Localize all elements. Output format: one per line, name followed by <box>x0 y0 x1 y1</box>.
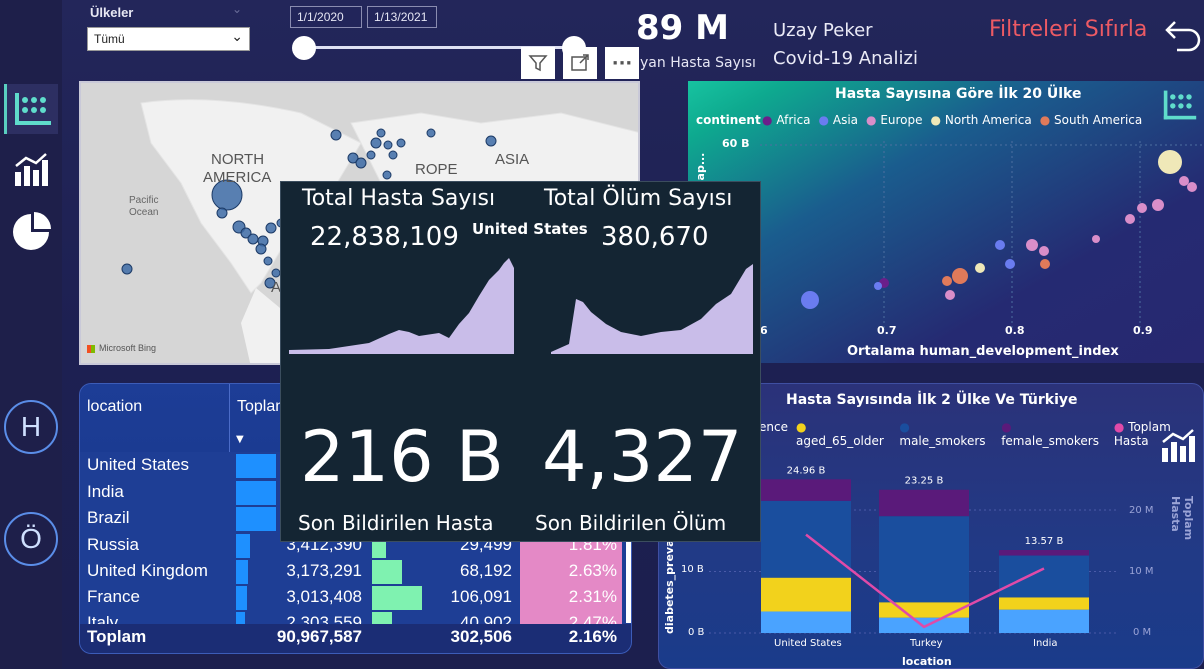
kpi-value: 89 M <box>636 8 729 48</box>
scatter-visual[interactable]: Hasta Sayısına Göre İlk 20 Ülke continen… <box>688 81 1204 363</box>
scatter-xtick-3: 0.9 <box>1133 324 1153 337</box>
tooltip-last-deaths-label: Son Bildirilen Ölüm <box>535 511 727 535</box>
bar-segment <box>999 609 1089 633</box>
map-label-asia: ASIA <box>495 151 530 168</box>
tooltip-header-deaths: Total Ölüm Sayısı <box>544 186 733 211</box>
bar-segment <box>761 500 851 578</box>
bar-data-label: 13.57 B <box>1025 536 1064 547</box>
scatter-xtick-1: 0.7 <box>877 324 897 337</box>
header-location[interactable]: location <box>87 398 142 416</box>
bar-segment <box>761 611 851 633</box>
tooltip-header-cases: Total Hasta Sayısı <box>302 186 496 211</box>
chevron-down-icon: ⌄ <box>232 2 243 16</box>
tooltip-country: United States <box>472 220 588 238</box>
scatter-legend: ● Africa ● Asia ● Europe ● North America… <box>762 113 1142 127</box>
map-label-europe: ROPE <box>415 161 458 178</box>
tooltip-last-cases-label: Son Bildirilen Hasta <box>298 511 494 535</box>
bing-logo-icon <box>87 345 95 353</box>
table-total-row: Toplam 90,967,587 302,506 2.16% <box>80 624 631 653</box>
map-credit: Microsoft Bing <box>99 343 157 353</box>
combo-xtick-0: United States <box>774 638 842 649</box>
legend-item-south-america[interactable]: ● South America <box>1040 113 1143 127</box>
combo-xlabel: location <box>902 655 952 668</box>
bar-chart-icon[interactable] <box>4 145 58 195</box>
country-dropdown[interactable]: Tümü ⌄ <box>87 27 250 51</box>
bar-segment <box>761 577 851 612</box>
bar-data-label: 23.25 B <box>905 476 944 487</box>
tooltip-last-deaths: 4,327 <box>542 416 743 498</box>
map-label-north: NORTH <box>211 151 265 168</box>
legend-item-north-america[interactable]: ● North America <box>931 113 1032 127</box>
country-dropdown-value: Tümü <box>94 32 125 46</box>
reset-filters-button[interactable]: Filtreleri Sıfırla <box>989 17 1147 42</box>
scatter-xtick-0: 6 <box>760 324 768 337</box>
tooltip-cases-value: 22,838,109 <box>310 222 459 252</box>
date-start-input[interactable]: 1/1/2020 <box>290 6 362 28</box>
bar-segment <box>879 489 969 517</box>
map-label-pacific: Pacific <box>129 195 159 206</box>
back-arrow-icon[interactable] <box>1163 16 1203 60</box>
author-name: Uzay Peker <box>773 20 873 41</box>
bar-segment <box>999 597 1089 610</box>
map-label-ocean: Ocean <box>129 207 159 218</box>
more-options-icon[interactable]: ··· <box>605 47 639 79</box>
report-subtitle: Covid-19 Analizi <box>773 48 918 69</box>
table-row[interactable]: France 3,013,408 106,091 2.31% <box>80 585 631 611</box>
tooltip-last-cases: 216 B <box>300 416 504 498</box>
combo-xtick-2: India <box>1033 638 1058 649</box>
focus-mode-icon[interactable] <box>563 47 597 79</box>
scatter-ytick: 60 B <box>722 137 750 150</box>
scatter-legend-title: continent <box>696 113 761 127</box>
legend-item-europe[interactable]: ● Europe <box>866 113 923 127</box>
table-row[interactable]: United Kingdom 3,173,291 68,192 2.63% <box>80 559 631 585</box>
tooltip-deaths-value: 380,670 <box>601 222 709 252</box>
date-end-input[interactable]: 1/13/2021 <box>367 6 437 28</box>
kpi-label: yan Hasta Sayısı <box>640 55 756 71</box>
dashboard-icon <box>1162 87 1198 127</box>
bar-segment <box>879 516 969 603</box>
date-slider-start-handle[interactable] <box>292 36 316 60</box>
o-button[interactable]: Ö <box>4 512 58 566</box>
combo-xtick-1: Turkey <box>910 638 943 649</box>
scatter-xtick-2: 0.8 <box>1005 324 1025 337</box>
scatter-title: Hasta Sayısına Göre İlk 20 Ülke <box>835 86 1082 102</box>
pie-chart-icon[interactable] <box>4 205 58 255</box>
scatter-xlabel: Ortalama human_development_index <box>847 344 1119 359</box>
legend-item-asia[interactable]: ● Asia <box>819 113 858 127</box>
country-slicer-label: Ülkeler <box>90 5 134 20</box>
bar-data-label: 24.96 B <box>787 465 826 476</box>
table-row[interactable]: Italy 2,303,559 40,902 2.47% <box>80 611 631 625</box>
chevron-down-icon: ⌄ <box>231 28 243 44</box>
sort-desc-icon[interactable]: ▼ <box>236 434 244 445</box>
bar-segment <box>879 602 969 618</box>
cases-sparkline <box>289 258 514 354</box>
deaths-sparkline <box>551 264 753 354</box>
bar-segment <box>761 479 851 501</box>
bar-segment <box>999 550 1089 556</box>
filter-icon[interactable] <box>521 47 555 79</box>
map-label-america: AMERICA <box>203 169 272 186</box>
tooltip-card: Total Hasta Sayısı Total Ölüm Sayısı Uni… <box>280 181 761 542</box>
bar-segment <box>999 555 1089 598</box>
h-button[interactable]: H <box>4 400 58 454</box>
legend-item-africa[interactable]: ● Africa <box>762 113 811 127</box>
dashboard-icon[interactable] <box>4 84 58 134</box>
